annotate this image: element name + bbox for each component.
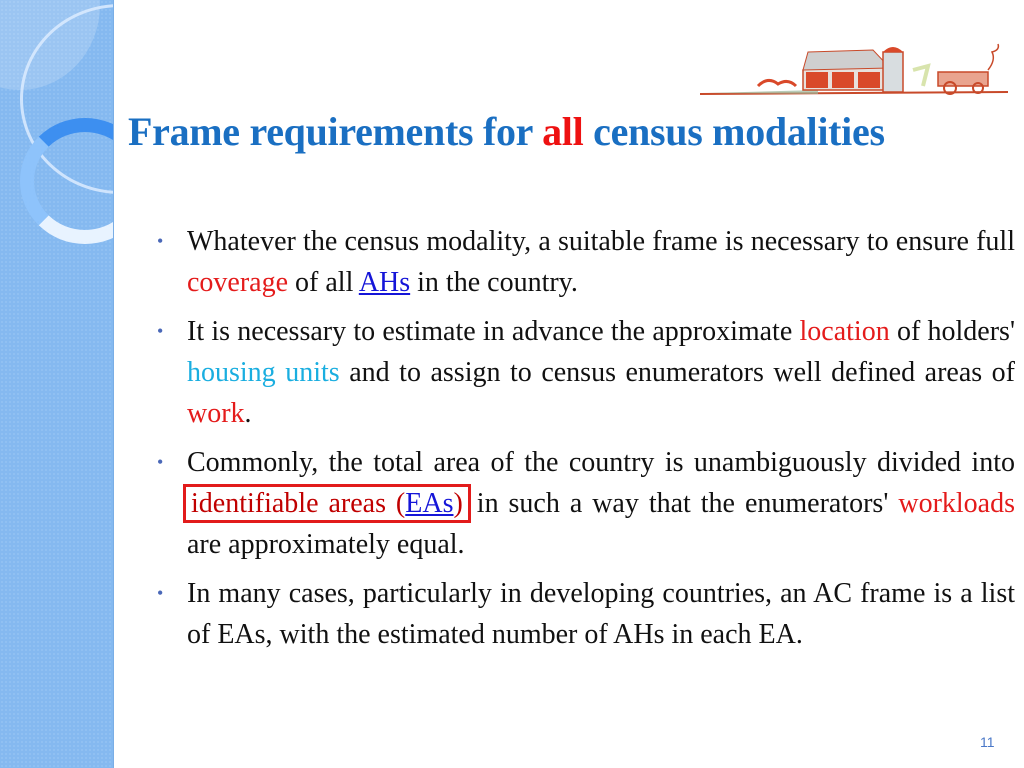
bullet-icon: • [157, 452, 164, 472]
title-text-part-1: Frame requirements for [128, 109, 543, 154]
barn-icon [802, 49, 892, 91]
page-number: 11 [980, 734, 995, 750]
bullet-icon: • [157, 321, 164, 341]
closing-paren: ) [453, 488, 463, 519]
farm-barn-illustration [699, 43, 1009, 95]
bullet-item: • In many cases, particularly in develop… [155, 573, 1015, 655]
emphasis-identifiable-areas: identifiable areas ( [191, 488, 406, 519]
bullet-text: of holders' [889, 316, 1016, 347]
bullet-text: In many cases, particularly in developin… [187, 578, 1015, 650]
emphasis-coverage: coverage [187, 267, 289, 298]
bullet-item: • Commonly, the total area of the countr… [155, 442, 1015, 565]
emphasis-housing-units: housing units [187, 357, 340, 388]
title-highlight: all [542, 109, 584, 154]
bullet-text: Commonly, the total area of the country … [187, 447, 1015, 478]
link-eas[interactable]: EAs [405, 488, 453, 519]
bullet-list: • Whatever the census modality, a suitab… [155, 221, 1015, 663]
bullet-item: • It is necessary to estimate in advance… [155, 311, 1015, 434]
bullet-text: in such a way that the enumerators' [466, 488, 899, 519]
bullet-text: . [244, 398, 252, 429]
highlight-box-identifiable-areas: identifiable areas (EAs) [183, 484, 471, 523]
bullet-text: and to assign to census enumerators well… [339, 357, 1015, 388]
slide-title: Frame requirements for all census modali… [128, 104, 1018, 160]
tractor-icon [937, 43, 1000, 95]
emphasis-work: work [187, 398, 245, 429]
title-text-part-3: census modalities [583, 109, 885, 154]
link-ahs[interactable]: AHs [359, 267, 410, 298]
bullet-icon: • [157, 231, 164, 251]
emphasis-workloads: workloads [898, 488, 1015, 519]
bullet-text: in the country. [410, 267, 578, 298]
bullet-icon: • [157, 583, 164, 603]
emphasis-location: location [799, 316, 890, 347]
bullet-text: Whatever the census modality, a suitable… [187, 226, 1015, 257]
decorative-sidebar [0, 0, 114, 768]
bullet-text: It is necessary to estimate in advance t… [187, 316, 800, 347]
bullet-item: • Whatever the census modality, a suitab… [155, 221, 1015, 303]
bullet-text: of all [288, 267, 359, 298]
silo-icon [882, 47, 904, 93]
bullet-text: are approximately equal. [187, 529, 465, 560]
